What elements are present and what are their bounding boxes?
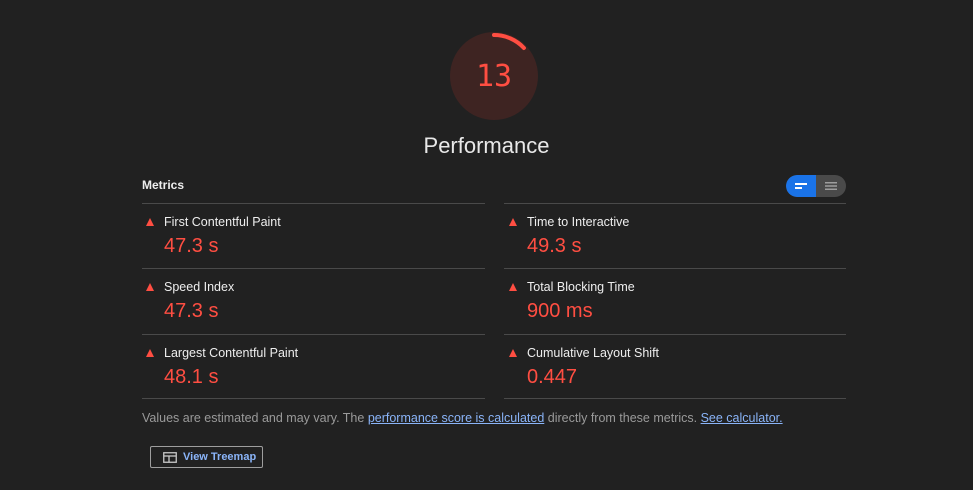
metrics-view-toggle[interactable] xyxy=(786,175,846,197)
fail-triangle-icon xyxy=(509,283,517,291)
metric-label: Speed Index xyxy=(164,280,235,294)
divider xyxy=(142,268,485,269)
divider xyxy=(504,268,846,269)
metric-label: Total Blocking Time xyxy=(527,280,635,294)
score-value: 13 xyxy=(475,58,513,94)
fail-triangle-icon xyxy=(146,349,154,357)
divider xyxy=(142,398,485,399)
divider xyxy=(504,334,846,335)
metric-label: Cumulative Layout Shift xyxy=(527,346,660,360)
divider xyxy=(504,398,846,399)
metric-label: Time to Interactive xyxy=(527,215,630,229)
list-view-toggle[interactable] xyxy=(816,175,846,197)
metric-value: 900 ms xyxy=(527,300,593,322)
score-calculation-link[interactable]: performance score is calculated xyxy=(368,411,544,425)
fail-triangle-icon xyxy=(146,283,154,291)
disclaimer-middle: directly from these metrics. xyxy=(544,411,701,425)
metric-value: 48.1 s xyxy=(164,366,219,388)
metric-label: First Contentful Paint xyxy=(164,215,281,229)
metric-value: 47.3 s xyxy=(164,235,219,257)
disclaimer-prefix: Values are estimated and may vary. The xyxy=(142,411,368,425)
view-treemap-button[interactable]: View Treemap xyxy=(150,446,263,468)
divider xyxy=(504,203,846,204)
score-title: Performance xyxy=(423,133,550,158)
performance-score-gauge: 13 xyxy=(449,31,539,121)
list-view-icon xyxy=(825,182,837,190)
divider xyxy=(142,334,485,335)
metrics-disclaimer: Values are estimated and may vary. The p… xyxy=(142,411,783,425)
fail-triangle-icon xyxy=(509,218,517,226)
see-calculator-link[interactable]: See calculator. xyxy=(701,411,783,425)
fail-triangle-icon xyxy=(146,218,154,226)
expanded-view-toggle[interactable] xyxy=(786,175,816,197)
fail-triangle-icon xyxy=(509,349,517,357)
metric-value: 49.3 s xyxy=(527,235,582,257)
expanded-view-icon xyxy=(795,183,807,189)
view-treemap-label: View Treemap xyxy=(183,451,257,463)
metric-label: Largest Contentful Paint xyxy=(164,346,299,360)
metric-value: 47.3 s xyxy=(164,300,219,322)
divider xyxy=(142,203,485,204)
metrics-header: Metrics xyxy=(142,178,185,192)
treemap-icon xyxy=(163,451,177,463)
metric-value: 0.447 xyxy=(527,366,578,388)
